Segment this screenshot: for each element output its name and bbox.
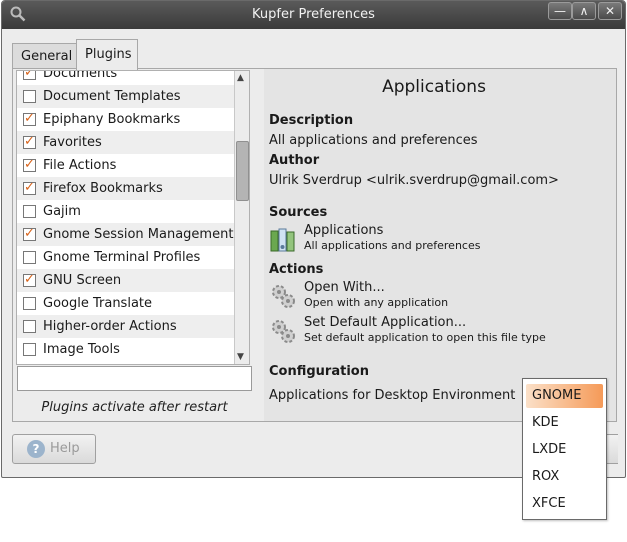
plugin-title: Applications	[382, 77, 486, 97]
author-heading: Author	[269, 153, 320, 168]
plugin-checkbox[interactable]	[23, 153, 36, 176]
minimize-button[interactable]: —	[548, 2, 572, 20]
dropdown-option-kde[interactable]: KDE	[526, 411, 603, 435]
plugin-label: Gnome Session Management	[43, 227, 234, 242]
help-button-label: Help	[50, 441, 80, 456]
help-button[interactable]: ? Help	[12, 434, 96, 464]
plugin-checkbox[interactable]	[23, 205, 36, 218]
tab-plugins[interactable]: Plugins	[76, 39, 138, 70]
plugin-label: Firefox Bookmarks	[43, 181, 163, 196]
plugin-label: GNU Screen	[43, 273, 122, 288]
configuration-heading: Configuration	[269, 364, 369, 379]
window-title: Kupfer Preferences	[252, 7, 375, 22]
plugin-label: Image Tools	[43, 342, 120, 357]
action-description: Set default application to open this fil…	[304, 331, 546, 344]
plugin-checkbox[interactable]	[23, 297, 36, 310]
plugin-list[interactable]: Documents Document Templates Epiphany Book…	[16, 70, 250, 365]
plugin-row[interactable]: Higher-order Actions	[17, 315, 237, 338]
maximize-button[interactable]: ∧	[572, 2, 596, 20]
plugin-checkbox[interactable]	[23, 71, 36, 84]
description-text: All applications and preferences	[269, 133, 478, 148]
plugin-row[interactable]: Image Tools	[17, 338, 237, 361]
help-icon: ?	[27, 440, 45, 458]
plugin-row[interactable]: Google Translate	[17, 292, 237, 315]
plugin-label: Documents	[43, 70, 118, 81]
dropdown-option-xfce[interactable]: XFCE	[526, 492, 603, 516]
plugin-checkbox[interactable]	[23, 343, 36, 356]
description-heading: Description	[269, 113, 354, 128]
plugin-row[interactable]: Document Templates	[17, 85, 237, 108]
plugin-row[interactable]: Epiphany Bookmarks	[17, 107, 237, 131]
source-name: Applications	[304, 223, 384, 238]
plugin-checkbox[interactable]	[23, 268, 36, 291]
dropdown-option-lxde[interactable]: LXDE	[526, 438, 603, 462]
restart-note: Plugins activate after restart	[41, 400, 228, 415]
plugin-row[interactable]: Gnome Session Management	[17, 222, 237, 246]
plugin-label: Gnome Terminal Profiles	[43, 250, 201, 265]
plugin-row[interactable]: Firefox Bookmarks	[17, 176, 237, 200]
title-bar[interactable]: Kupfer Preferences — ∧ ✕	[2, 1, 625, 29]
plugin-checkbox[interactable]	[23, 90, 36, 103]
plugin-filter-input[interactable]	[17, 366, 252, 391]
action-name: Set Default Application...	[304, 315, 467, 330]
sources-heading: Sources	[269, 205, 328, 220]
desktop-environment-dropdown[interactable]: GNOME KDE LXDE ROX XFCE	[522, 378, 607, 520]
plugin-checkbox[interactable]	[23, 176, 36, 199]
plugin-row[interactable]: GNU Screen	[17, 268, 237, 292]
plugin-row[interactable]: Documents	[17, 70, 237, 85]
action-description: Open with any application	[304, 296, 449, 309]
scroll-up-arrow-icon[interactable]: ▲	[237, 73, 244, 83]
plugin-checkbox[interactable]	[23, 222, 36, 245]
plugin-checkbox[interactable]	[23, 107, 36, 130]
plugins-page: Documents Document Templates Epiphany Book…	[12, 68, 617, 422]
plugin-row[interactable]: Favorites	[17, 130, 237, 154]
scrollbar-thumb[interactable]	[236, 141, 249, 201]
plugin-row[interactable]: File Actions	[17, 153, 237, 177]
actions-heading: Actions	[269, 262, 324, 277]
dropdown-option-gnome[interactable]: GNOME	[526, 384, 603, 408]
plugin-label: Gajim	[43, 204, 81, 219]
plugin-checkbox[interactable]	[23, 251, 36, 264]
plugin-label: File Actions	[43, 158, 117, 173]
applications-icon	[270, 228, 295, 252]
dropdown-option-rox[interactable]: ROX	[526, 465, 603, 489]
scroll-down-arrow-icon[interactable]: ▼	[237, 352, 244, 362]
plugin-label: Document Templates	[43, 89, 181, 104]
source-description: All applications and preferences	[304, 239, 481, 252]
action-name: Open With...	[304, 280, 385, 295]
plugin-label: Higher-order Actions	[43, 319, 177, 334]
plugin-checkbox[interactable]	[23, 320, 36, 333]
plugin-checkbox[interactable]	[23, 130, 36, 153]
plugin-label: Favorites	[43, 135, 102, 150]
plugin-list-scrollbar[interactable]: ▲ ▼	[234, 71, 249, 364]
author-text: Ulrik Sverdrup <ulrik.sverdrup@gmail.com…	[269, 173, 559, 188]
plugin-details-pane: Applications Description All application…	[264, 69, 616, 421]
plugin-label: Google Translate	[43, 296, 153, 311]
close-button[interactable]: ✕	[598, 2, 622, 20]
gears-icon	[272, 285, 295, 308]
desktop-environment-label: Applications for Desktop Environment	[269, 388, 516, 403]
tab-general[interactable]: General	[12, 43, 78, 69]
plugin-row[interactable]: Gnome Terminal Profiles	[17, 246, 237, 269]
gears-icon	[272, 320, 295, 343]
plugin-row[interactable]: Gajim	[17, 200, 237, 223]
plugin-label: Epiphany Bookmarks	[43, 112, 181, 127]
